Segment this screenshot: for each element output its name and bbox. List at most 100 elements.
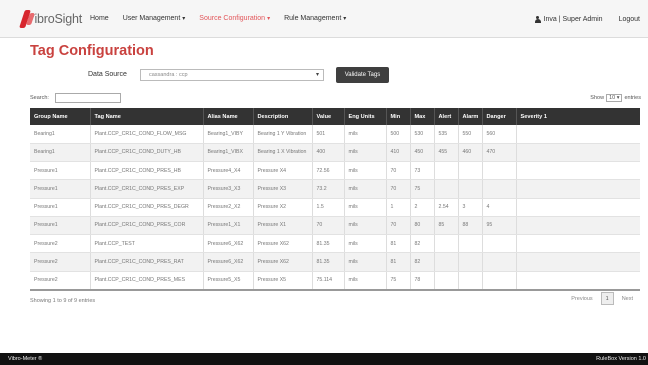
table-cell [516,143,640,163]
brand-name: VibroSight [26,11,83,26]
table-cell: Plant.CCP_CR1C_COND_PRES_RAT [90,252,204,272]
table-cell: Plant.CCP_CR1C_COND_PRES_COR [90,216,204,236]
table-cell: 70 [386,179,411,199]
nav-item-user-management[interactable]: User Management ▾ [123,15,186,22]
table-row[interactable]: Pressure2 Plant.CCP_TEST Pressure6_X62 Pres… [30,234,640,254]
chevron-down-icon: ▾ [343,16,347,22]
table-cell: 550 [458,125,483,144]
current-page-button[interactable]: 1 [600,292,614,305]
table-cell: Pressure6_X62 [203,234,254,254]
table-cell: Bearing1_VIBX [203,143,254,163]
table-cell: Pressure3_X3 [203,179,254,199]
table-row[interactable]: Pressure1 Plant.CCP_CR1C_COND_PRES_COR Pre… [30,216,640,236]
user-menu[interactable]: Inva | Super Admin [534,15,603,23]
data-source-select[interactable]: cassandra : ccp ▾ [140,69,324,81]
previous-page-button[interactable]: Previous [563,296,600,302]
table-row[interactable]: Bearing1 Plant.CCP_CR1C_COND_FLOW_MSG Bear… [30,125,640,144]
show-suffix: entries [624,95,641,101]
column-header[interactable]: Alias Name [203,108,254,125]
table-cell: Bearing1_VIBY [203,125,254,144]
table-cell [516,216,640,236]
table-cell: Plant.CCP_CR1C_COND_PRES_DEGR [90,198,204,217]
table-cell [482,161,517,181]
validate-tags-button[interactable]: Validate Tags [336,67,389,83]
table-row[interactable]: Pressure2 Plant.CCP_CR1C_COND_PRES_MES Pre… [30,271,640,289]
table-cell: Pressure1 [30,198,91,217]
table-row[interactable]: Pressure1 Plant.CCP_CR1C_COND_PRES_EXP Pre… [30,179,640,199]
column-header[interactable]: Tag Name [90,108,204,125]
nav-item-source-configuration[interactable]: Source Configuration ▾ [199,15,270,22]
table-cell: Bearing 1 Y Vibration [253,125,313,144]
column-header[interactable]: Danger [482,108,517,125]
table-cell [434,161,459,181]
table-cell: Bearing1 [30,125,91,144]
table-cell [516,234,640,254]
show-prefix: Show [590,95,605,101]
chevron-down-icon: ▾ [315,72,319,78]
footer-brand: Vibro-Meter ® [8,356,43,362]
table-cell: Plant.CCP_CR1C_COND_PRES_MES [90,271,204,289]
page-length-value: 10 [609,95,616,101]
table-cell [516,179,640,199]
table-cell: 400 [312,143,345,163]
nav-item-label: Home [90,15,109,22]
nav-item-rule-management[interactable]: Rule Management ▾ [284,15,346,22]
column-header[interactable]: Min [386,108,411,125]
table-cell: Pressure1 [30,179,91,199]
column-header[interactable]: Group Name [30,108,91,125]
user-icon [534,15,541,23]
table-cell: 75 [386,271,411,289]
table-cell: Bearing1 [30,143,91,163]
column-header[interactable]: Eng Units [344,108,387,125]
table-cell: 1 [386,198,411,217]
table-row[interactable]: Pressure1 Plant.CCP_CR1C_COND_PRES_DEGR Pr… [30,198,640,217]
data-source-value: cassandra : ccp [149,72,188,78]
table-cell: 455 [434,143,459,163]
nav-item-label: Source Configuration [199,15,266,22]
table-row[interactable]: Pressure1 Plant.CCP_CR1C_COND_PRES_HB Pres… [30,161,640,181]
table-cell: Pressure X62 [253,234,313,254]
search-label: Search: [30,95,49,101]
table-cell: Pressure1_X1 [203,216,254,236]
brand[interactable]: VibroSight [19,9,83,28]
tag-table-container: Group Name Tag Name Alias Name Description V… [30,108,640,291]
table-cell [434,271,459,289]
table-header-row: Group Name Tag Name Alias Name Description V… [30,108,640,125]
table-cell: 95 [482,216,517,236]
column-header[interactable]: Description [253,108,313,125]
table-cell: Plant.CCP_CR1C_COND_DUTY_HB [90,143,204,163]
table-row[interactable]: Bearing1 Plant.CCP_CR1C_COND_DUTY_HB Beari… [30,143,640,163]
page-length-select[interactable]: 10 ▾ [606,94,623,102]
column-header[interactable]: Alert [434,108,459,125]
nav-item-home[interactable]: Home [90,15,109,22]
table-cell: Plant.CCP_CR1C_COND_PRES_EXP [90,179,204,199]
tag-table: Group Name Tag Name Alias Name Description V… [30,108,640,289]
table-row[interactable]: Pressure2 Plant.CCP_CR1C_COND_PRES_RAT Pre… [30,252,640,272]
nav-right: Inva | Super Admin Logout [534,0,640,38]
table-cell: 470 [482,143,517,163]
table-cell [516,125,640,144]
table-cell: mils [344,161,387,181]
table-cell: Pressure X2 [253,198,313,217]
column-header[interactable]: Severity 1 [516,108,640,125]
brand-logo-icon [19,9,35,28]
search-input[interactable] [55,93,121,103]
table-cell [482,252,517,272]
table-cell: mils [344,271,387,289]
table-cell: 1.5 [312,198,345,217]
table-cell: 450 [410,143,435,163]
table-cell: 81.35 [312,252,345,272]
table-cell: 82 [410,234,435,254]
table-cell: 535 [434,125,459,144]
column-header[interactable]: Alarm [458,108,483,125]
next-page-button[interactable]: Next [614,296,641,302]
table-cell: mils [344,216,387,236]
table-cell: Pressure X62 [253,252,313,272]
table-cell: 80 [410,216,435,236]
column-header[interactable]: Value [312,108,345,125]
table-cell: 2 [410,198,435,217]
column-header[interactable]: Max [410,108,435,125]
table-cell: Pressure2 [30,271,91,289]
logout-link[interactable]: Logout [619,16,640,23]
table-cell: 501 [312,125,345,144]
